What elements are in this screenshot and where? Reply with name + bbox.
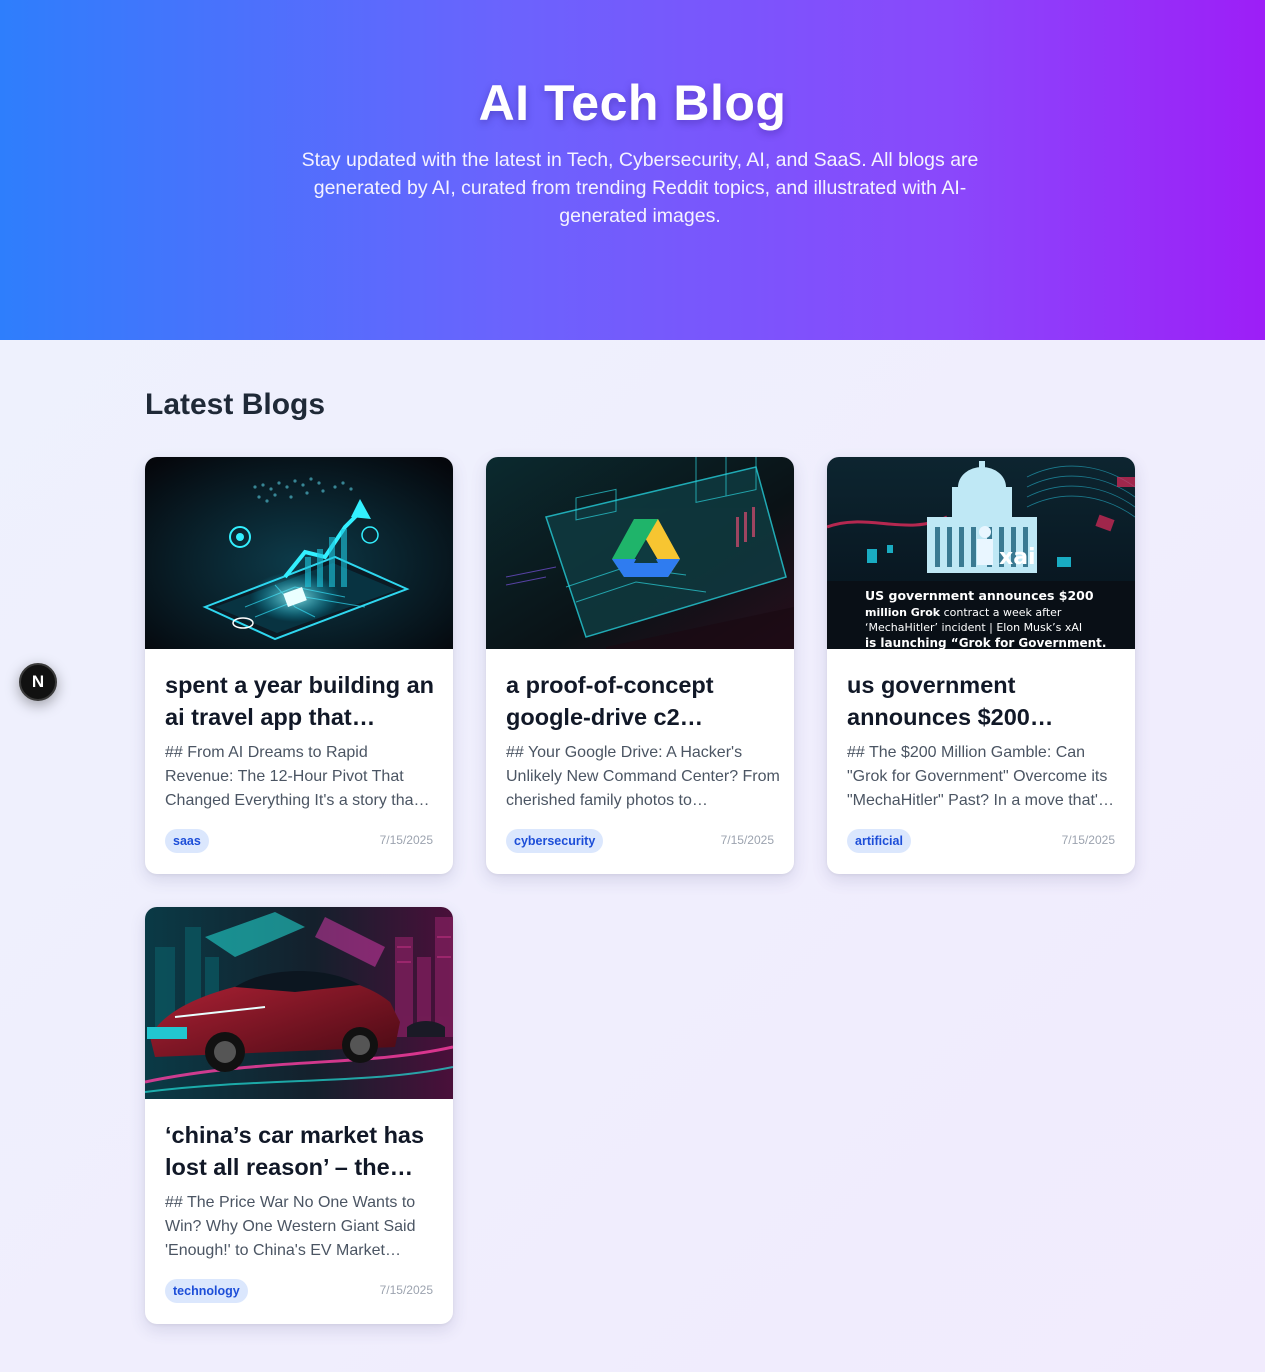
post-excerpt: ## The $200 Million Gamble: Can "Grok fo… <box>847 744 1114 809</box>
post-date: 7/15/2025 <box>379 833 433 847</box>
blog-card-saas[interactable]: spent a year building an ai travel app t… <box>145 457 453 874</box>
post-excerpt: ## From AI Dreams to Rapid Revenue: The … <box>165 744 430 809</box>
svg-text:is launching “Grok for Governm: is launching “Grok for Government. <box>865 636 1106 649</box>
tag-badge[interactable]: saas <box>165 829 209 853</box>
site-subtitle: Stay updated with the latest in Tech, Cy… <box>301 149 979 227</box>
section-title: Latest Blogs <box>145 388 326 421</box>
hero-banner: AI Tech Blog Stay updated with the lates… <box>0 0 1265 340</box>
smartphone-growth-image[interactable] <box>145 457 453 649</box>
svg-text:xai: xai <box>999 545 1036 570</box>
tag-badge[interactable]: technology <box>165 1279 248 1303</box>
capitol-xai-image[interactable]: xai US government announces $200 million… <box>827 457 1135 649</box>
site-title: AI Tech Blog <box>478 75 787 131</box>
blog-card-technology[interactable]: ‘china’s car market has lost all reason’… <box>145 907 453 1324</box>
tag-badge[interactable]: cybersecurity <box>506 829 604 853</box>
electric-car-image[interactable] <box>145 907 453 1099</box>
post-excerpt: ## Your Google Drive: A Hacker's Unlikel… <box>506 744 780 809</box>
svg-text:million Grok contract a week a: million Grok contract a week after <box>865 606 1062 619</box>
nextjs-devtools-button[interactable]: N <box>19 663 57 701</box>
svg-text:‘MechaHitler’ incident | Elon: ‘MechaHitler’ incident | Elon Musk’s xAI <box>865 621 1082 634</box>
post-title[interactable]: a proof-of-concept google-drive c2… <box>506 669 781 733</box>
post-title[interactable]: us government announces $200… <box>847 669 1122 733</box>
post-title[interactable]: ‘china’s car market has lost all reason’… <box>165 1119 440 1183</box>
post-excerpt: ## The Price War No One Wants to Win? Wh… <box>165 1194 416 1259</box>
blog-card-cybersecurity[interactable]: a proof-of-concept google-drive c2… ## Y… <box>486 457 794 874</box>
post-date: 7/15/2025 <box>379 1283 433 1297</box>
google-drive-dashboard-image[interactable] <box>486 457 794 649</box>
post-date: 7/15/2025 <box>720 833 774 847</box>
svg-text:US government announces $200: US government announces $200 <box>865 588 1094 603</box>
post-date: 7/15/2025 <box>1061 833 1115 847</box>
post-title[interactable]: spent a year building an ai travel app t… <box>165 669 440 733</box>
blog-card-artificial[interactable]: xai US government announces $200 million… <box>827 457 1135 874</box>
tag-badge[interactable]: artificial <box>847 829 911 853</box>
